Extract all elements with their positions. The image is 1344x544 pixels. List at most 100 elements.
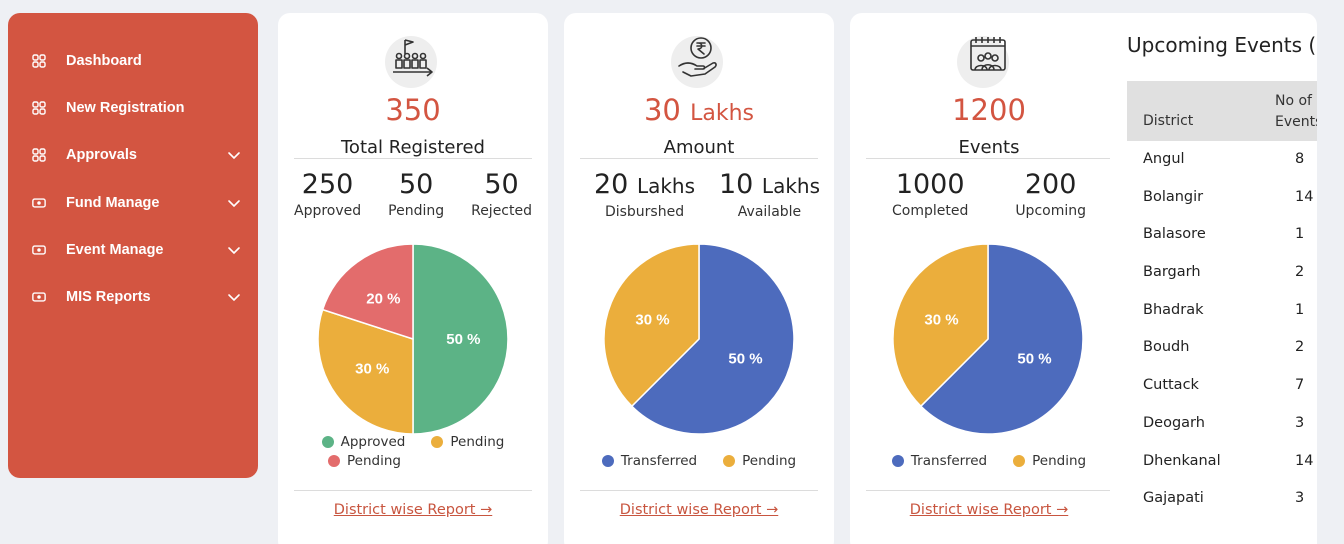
table-row: Bhadrak 1 [1127,292,1317,330]
divider [580,158,818,159]
events-count-cell: 8 [1295,151,1305,167]
legend-item: Pending [1013,453,1086,469]
district-cell: Gajapati [1143,490,1204,507]
divider [866,490,1111,491]
chevron-down-icon[interactable] [226,242,242,258]
grid-icon [32,53,46,68]
legend-item: Transferred [601,453,697,469]
events-count-cell: 2 [1295,264,1305,281]
pie-slice-label: 30 % [355,361,389,378]
amount-legend: Transferred Pending [564,451,834,470]
events-legend: Transferred Pending [850,451,1128,470]
chevron-down-icon[interactable] [226,147,242,163]
district-report-link[interactable]: District wise Report → [850,502,1128,518]
amount-total: 30 Lakhs [643,93,754,127]
table-row: Dhenkanal 14 [1127,443,1317,481]
district-report-link[interactable]: District wise Report → [564,502,834,518]
legend-item: Transferred [891,453,987,469]
chevron-down-icon[interactable] [226,195,242,211]
table-row: Gajapati 3 [1127,480,1317,518]
money-icon [32,290,46,304]
calendar-people-icon [957,36,1009,88]
sidebar-item-label: Event Manage [66,241,164,258]
sidebar-item-approvals[interactable]: Approvals [8,132,258,179]
registered-stats: 250 Approved 50 Pending 50 Rejected [294,169,532,219]
registered-label: Total Registered [341,137,485,158]
divider [294,158,532,159]
events-count-column-header: No ofEvents [1275,93,1317,130]
table-row: Angul 8 [1127,141,1317,179]
stat-rejected: 50 Rejected [471,169,532,219]
table-row: Cuttack 7 [1127,367,1317,405]
registered-card: 350 Total Registered 250 Approved 50 Pen… [278,13,548,544]
sidebar-item-new-registration[interactable]: New Registration [8,84,258,131]
sidebar-item-label: MIS Reports [66,289,151,306]
events-total: 1200 [952,93,1026,127]
district-cell: Cuttack [1143,377,1199,394]
pie-slice-label: 50 % [728,350,762,367]
legend-item: Pending [328,453,401,469]
pie-slice-label: 30 % [635,312,669,329]
district-cell: Bhadrak [1143,301,1204,318]
district-cell: Bargarh [1143,264,1201,281]
district-cell: Angul [1143,151,1185,167]
stat-available: 10 Lakhs Available [718,169,820,220]
pie-slice-label: 50 % [1017,350,1051,367]
sidebar-item-label: Dashboard [66,52,142,69]
rupee-hand-icon [671,36,723,88]
registered-pie-chart: 50 % 30 % 20 % [317,243,509,435]
district-column-header: District [1143,113,1194,129]
sidebar-item-event-manage[interactable]: Event Manage [8,226,258,273]
district-cell: Balasore [1143,226,1206,243]
stat-completed: 1000 Completed [892,169,969,219]
amount-card: 30 Lakhs Amount 20 Lakhs Disburshed 10 L… [564,13,834,544]
divider [294,490,532,491]
divider [866,158,1111,159]
stat-disbursed: 20 Lakhs Disburshed [594,169,696,220]
grid-icon [32,101,46,115]
district-cell: Boudh [1143,339,1190,356]
sidebar: Dashboard New Registration Approvals Fund M… [8,13,258,478]
pie-slice-label: 50 % [446,331,480,348]
registered-legend: Approved Pending Pending [278,432,548,470]
table-header: District No ofEvents [1127,81,1317,141]
table-row: Bargarh 2 [1127,254,1317,292]
sidebar-item-fund-manage[interactable]: Fund Manage [8,179,258,226]
amount-stats: 20 Lakhs Disburshed 10 Lakhs Available [594,169,820,220]
legend-item: Pending [723,453,796,469]
upcoming-events-title: Upcoming Events (5 [1127,33,1317,57]
sidebar-item-label: Approvals [66,147,137,164]
events-card: 1200 Events 1000 Completed 200 Upcoming … [850,13,1142,544]
amount-pie-chart: 50 % 30 % [603,243,795,435]
upcoming-events-table: District No ofEvents Angul 8 Bolangir 14 Bal… [1127,81,1317,518]
amount-label: Amount [663,137,735,158]
divider [580,490,818,491]
chevron-down-icon[interactable] [226,289,242,305]
registered-total: 350 [385,93,441,127]
district-report-link[interactable]: District wise Report → [278,502,548,518]
sidebar-item-label: Fund Manage [66,194,160,211]
table-row: Balasore 1 [1127,216,1317,254]
stat-approved: 250 Approved [294,169,362,219]
events-stats: 1000 Completed 200 Upcoming [892,169,1086,219]
legend-item: Pending [431,434,504,450]
upcoming-events-panel: Upcoming Events (5 District No ofEvents … [1110,13,1317,544]
table-row: Boudh 2 [1127,329,1317,367]
sidebar-item-mis-reports[interactable]: MIS Reports [8,273,258,320]
stat-upcoming: 200 Upcoming [1015,169,1086,219]
district-cell: Bolangir [1143,188,1204,205]
table-row: Deogarh 3 [1127,405,1317,443]
sidebar-item-dashboard[interactable]: Dashboard [8,37,258,84]
district-cell: Deogarh [1143,414,1205,431]
events-count-cell: 3 [1295,414,1305,431]
events-count-cell: 1 [1295,301,1305,318]
grid-icon [32,148,46,162]
district-cell: Dhenkanal [1143,452,1221,469]
legend-item: Approved [321,434,405,450]
events-count-cell: 1 [1295,226,1305,243]
events-count-cell: 14 [1295,452,1314,469]
events-count-cell: 3 [1295,490,1305,507]
money-icon [32,196,46,210]
events-count-cell: 14 [1295,188,1314,205]
pie-slice-label: 20 % [366,290,400,307]
